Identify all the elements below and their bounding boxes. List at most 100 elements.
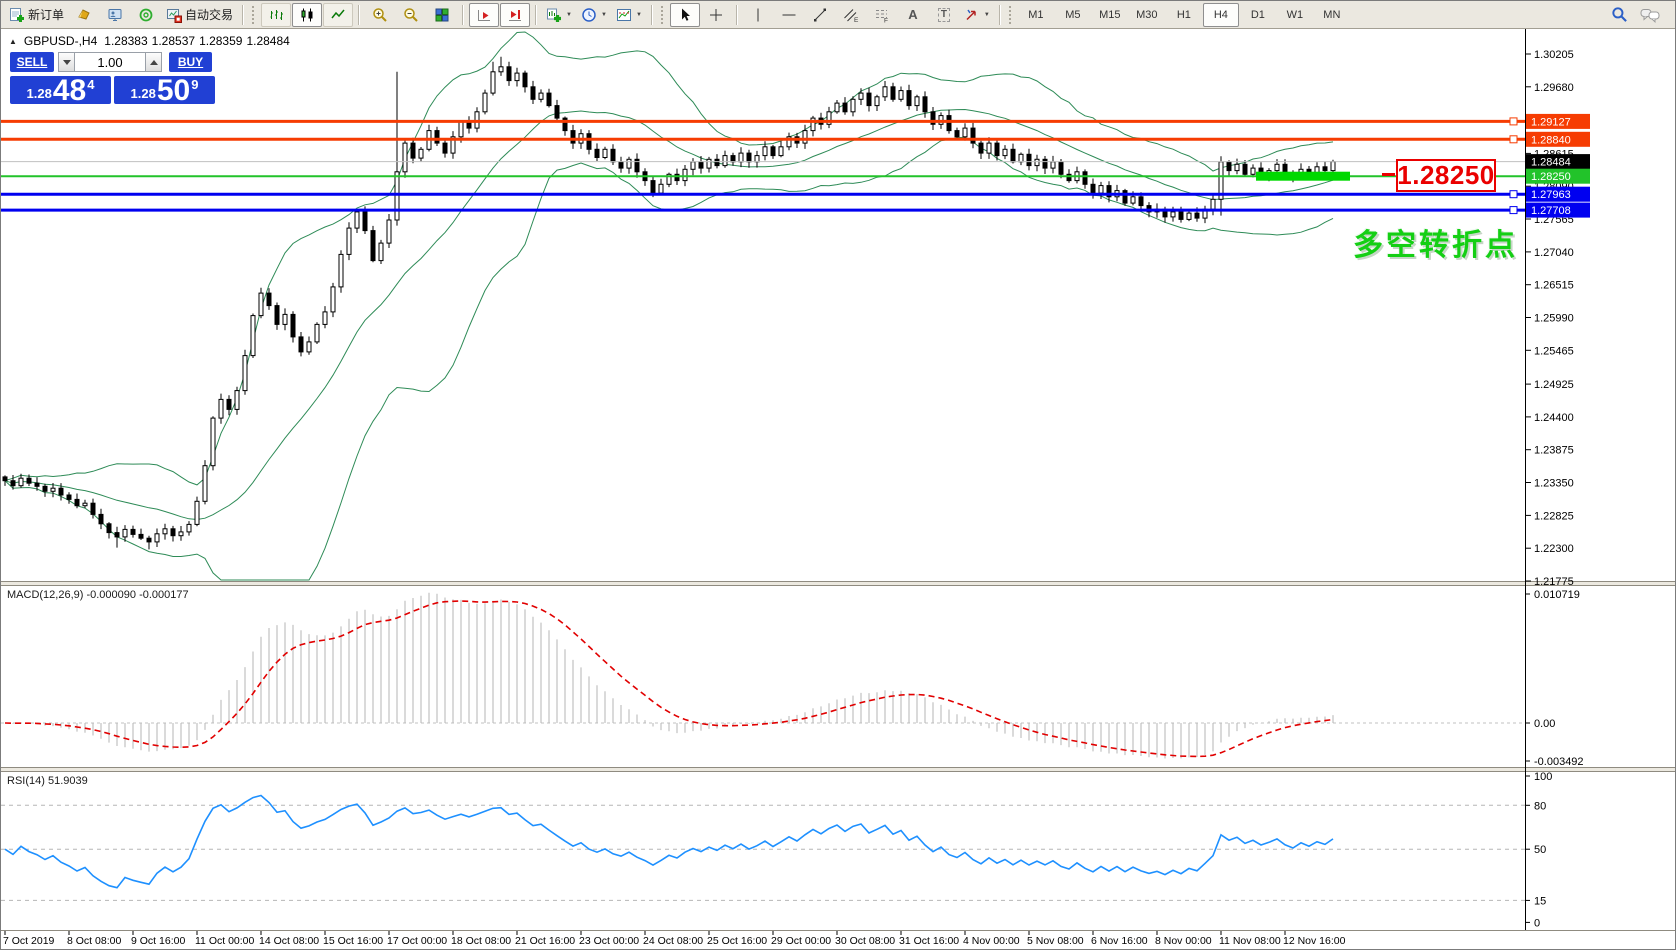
auto-scroll-icon [478, 9, 491, 21]
chart-symbol-header: ▲ GBPUSD-,H4 1.28383 1.28537 1.28359 1.2… [9, 34, 290, 48]
svg-text:15: 15 [1534, 895, 1546, 907]
timeframe-button-m30[interactable]: M30 [1129, 3, 1165, 27]
fibonacci-icon: F [875, 9, 888, 23]
svg-text:1.27963: 1.27963 [1531, 189, 1571, 201]
svg-text:1.27708: 1.27708 [1531, 205, 1571, 217]
buy-price-button[interactable]: 1.28 50 9 [114, 76, 215, 106]
autotrading-icon [167, 8, 183, 23]
candlestick-chart-icon [301, 8, 313, 21]
volume-input[interactable] [75, 52, 145, 72]
search-icon [1611, 7, 1627, 22]
chart-period-button[interactable]: ▼ [577, 3, 611, 27]
minus-triangle-icon [62, 59, 71, 65]
collapse-arrow-icon[interactable]: ▲ [9, 37, 17, 46]
toolbar-separator [650, 4, 653, 25]
sell-button[interactable]: SELL [10, 52, 54, 72]
crosshair-tool-button[interactable] [701, 3, 731, 27]
svg-text:1.25465: 1.25465 [1534, 345, 1574, 357]
ohlc-high: 1.28537 [151, 34, 196, 48]
svg-text:21 Oct 16:00: 21 Oct 16:00 [515, 935, 575, 947]
svg-text:31 Oct 16:00: 31 Oct 16:00 [899, 935, 959, 947]
auto-scroll-button[interactable] [469, 2, 500, 27]
svg-text:1.24400: 1.24400 [1534, 412, 1574, 424]
chart-annotation-text[interactable]: 多空转折点 [1353, 220, 1518, 264]
toolbar-grip [660, 5, 666, 24]
vertical-line-tool-button[interactable] [743, 3, 773, 27]
candlestick-chart-button[interactable] [292, 2, 323, 27]
text-label-tool-button[interactable]: T [929, 3, 959, 27]
toolbar-separator [998, 4, 1001, 25]
line-chart-button[interactable] [323, 2, 354, 27]
svg-text:6 Nov 16:00: 6 Nov 16:00 [1091, 935, 1148, 947]
price-callout[interactable]: 1.28250 [1396, 159, 1496, 192]
cursor-icon [681, 8, 690, 21]
timeframe-button-m5[interactable]: M5 [1055, 3, 1091, 27]
svg-text:-0.003492: -0.003492 [1534, 756, 1584, 768]
horizontal-line-icon [782, 14, 796, 15]
chart-shift-button[interactable] [500, 2, 531, 27]
timeframe-button-mn[interactable]: MN [1314, 3, 1350, 27]
sell-price-pip: 4 [87, 77, 95, 92]
text-tool-icon: A [908, 7, 918, 22]
tile-windows-button[interactable] [427, 3, 457, 27]
svg-text:29 Oct 00:00: 29 Oct 00:00 [771, 935, 831, 947]
terminal-icon [108, 8, 122, 21]
bar-chart-button[interactable] [261, 2, 292, 27]
svg-text:7 Oct 2019: 7 Oct 2019 [3, 935, 55, 947]
svg-text:5 Nov 08:00: 5 Nov 08:00 [1027, 935, 1084, 947]
sell-price-prefix: 1.28 [26, 86, 52, 101]
buy-button[interactable]: BUY [169, 52, 212, 72]
svg-text:12 Nov 16:00: 12 Nov 16:00 [1283, 935, 1346, 947]
new-chart-button[interactable]: ▼ [542, 3, 576, 27]
horizontal-line-tool-button[interactable] [774, 3, 804, 27]
svg-text:0.010719: 0.010719 [1534, 589, 1580, 601]
equidistant-channel-tool-button[interactable]: E [836, 3, 866, 27]
line-chart-icon [331, 9, 345, 18]
tile-windows-icon [435, 8, 449, 21]
community-chat-button[interactable] [1635, 3, 1665, 27]
zoom-out-button[interactable] [396, 3, 426, 27]
timeframe-button-m15[interactable]: M15 [1092, 3, 1128, 27]
main-toolbar: 新订单 自动交易 ▼ ▼ ▼ E F A T ▼ M1 M5 M15 M30 H… [1, 1, 1675, 29]
zoom-in-button[interactable] [365, 3, 395, 27]
indicators-icon [616, 8, 631, 21]
timeframe-button-h4[interactable]: H4 [1202, 2, 1239, 27]
svg-text:1.28484: 1.28484 [1531, 157, 1571, 169]
indicators-button[interactable]: ▼ [612, 3, 646, 27]
chart-canvas[interactable]: 1.302051.296801.286151.280901.275651.270… [1, 1, 1676, 950]
terminal-button[interactable] [100, 3, 130, 27]
svg-text:80: 80 [1534, 800, 1546, 812]
search-button[interactable] [1604, 3, 1634, 27]
text-tool-button[interactable]: A [898, 3, 928, 27]
fibonacci-tool-button[interactable]: F [867, 3, 897, 27]
rsi-indicator-label: RSI(14) 51.9039 [7, 775, 88, 787]
timeframe-button-d1[interactable]: D1 [1240, 3, 1276, 27]
zoom-out-icon [404, 7, 418, 22]
new-order-icon [10, 7, 24, 22]
market-watch-button[interactable] [69, 3, 99, 27]
svg-text:1.24925: 1.24925 [1534, 379, 1574, 391]
timeframe-button-h1[interactable]: H1 [1166, 3, 1202, 27]
plus-triangle-icon [149, 59, 158, 65]
svg-text:11 Oct 00:00: 11 Oct 00:00 [195, 935, 255, 947]
cursor-tool-button[interactable] [669, 2, 700, 27]
timeframe-button-w1[interactable]: W1 [1277, 3, 1313, 27]
svg-text:1.23350: 1.23350 [1534, 478, 1574, 490]
mt4-window: 1.302051.296801.286151.280901.275651.270… [0, 0, 1676, 950]
vertical-line-icon [757, 8, 759, 21]
news-button[interactable] [131, 3, 161, 27]
ohlc-open: 1.28383 [104, 34, 148, 48]
arrows-tool-button[interactable]: ▼ [960, 3, 994, 27]
trendline-tool-button[interactable] [805, 3, 835, 27]
svg-text:1.21775: 1.21775 [1534, 576, 1574, 588]
sell-price-button[interactable]: 1.28 48 4 [10, 76, 111, 106]
autotrading-button[interactable]: 自动交易 [162, 3, 237, 27]
equidistant-channel-icon: E [844, 8, 859, 23]
volume-decrease-button[interactable] [58, 52, 75, 72]
timeframe-button-m1[interactable]: M1 [1018, 3, 1054, 27]
volume-increase-button[interactable] [145, 52, 162, 72]
chat-bubbles-icon [1640, 8, 1660, 23]
chart-shift-icon [509, 9, 522, 21]
new-order-button[interactable]: 新订单 [5, 3, 68, 27]
arrow-objects-icon [966, 9, 976, 20]
